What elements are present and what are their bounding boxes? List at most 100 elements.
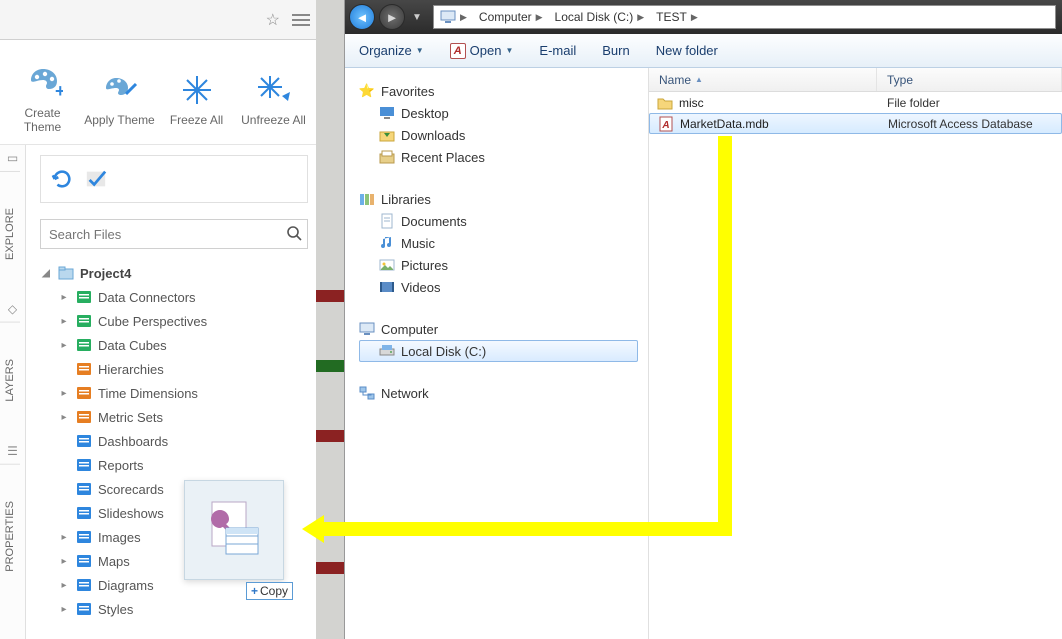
- apply-theme-label: Apply Theme: [84, 113, 154, 127]
- crumb-0[interactable]: Computer: [479, 10, 532, 24]
- tree-item-data-cubes[interactable]: ▸ Data Cubes: [40, 333, 308, 357]
- explore-tab[interactable]: EXPLORE: [0, 171, 20, 296]
- pictures-icon: [379, 257, 395, 273]
- hamburger-menu-icon[interactable]: [292, 14, 310, 26]
- expand-icon[interactable]: ▸: [58, 556, 70, 567]
- search-icon[interactable]: [286, 225, 302, 241]
- tree-item-cube-perspectives[interactable]: ▸ Cube Perspectives: [40, 309, 308, 333]
- history-dropdown-icon[interactable]: ▼: [409, 12, 425, 23]
- freeze-all-button[interactable]: Freeze All: [159, 67, 235, 127]
- nav-documents[interactable]: Documents: [359, 210, 648, 232]
- organize-menu[interactable]: Organize▼: [359, 43, 424, 58]
- category-icon: [76, 601, 92, 617]
- explore-tab-icon[interactable]: ▭: [0, 145, 25, 171]
- favorites-header[interactable]: ⭐Favorites: [359, 80, 648, 102]
- new-folder-button[interactable]: New folder: [656, 43, 718, 58]
- tree-item-hierarchies[interactable]: Hierarchies: [40, 357, 308, 381]
- libraries-header[interactable]: Libraries: [359, 188, 648, 210]
- burn-button[interactable]: Burn: [602, 43, 629, 58]
- expand-icon[interactable]: ▸: [58, 340, 70, 351]
- computer-header[interactable]: Computer: [359, 318, 648, 340]
- svg-text:+: +: [55, 81, 63, 101]
- layers-tab-icon[interactable]: ◇: [0, 296, 25, 322]
- properties-tab-icon[interactable]: ☰: [0, 438, 25, 464]
- tree-item-dashboards[interactable]: Dashboards: [40, 429, 308, 453]
- nav-desktop[interactable]: Desktop: [359, 102, 648, 124]
- window-gap: [316, 0, 344, 639]
- category-icon: [76, 313, 92, 329]
- expand-icon[interactable]: ▸: [58, 532, 70, 543]
- category-icon: [76, 433, 92, 449]
- project-root-label: Project4: [80, 266, 131, 281]
- chevron-down-icon: ▼: [416, 46, 424, 55]
- file-row[interactable]: AMarketData.mdbMicrosoft Access Database: [649, 113, 1062, 134]
- left-application-pane: ☆ + Create Theme Apply Theme Freeze All …: [0, 0, 316, 639]
- nav-local-disk[interactable]: Local Disk (C:): [359, 340, 638, 362]
- network-header[interactable]: Network: [359, 382, 648, 404]
- refresh-icon[interactable]: [51, 168, 73, 190]
- create-theme-button[interactable]: + Create Theme: [5, 60, 81, 134]
- properties-tab[interactable]: PROPERTIES: [0, 464, 20, 608]
- tree-item-reports[interactable]: Reports: [40, 453, 308, 477]
- tree-item-label: Cube Perspectives: [98, 314, 207, 329]
- palette-plus-icon: +: [23, 63, 63, 103]
- category-icon: [76, 361, 92, 377]
- tree-item-data-connectors[interactable]: ▸ Data Connectors: [40, 285, 308, 309]
- search-input[interactable]: [40, 219, 308, 249]
- expand-icon[interactable]: ▸: [58, 412, 70, 423]
- category-icon: [76, 337, 92, 353]
- folder-icon: [657, 95, 673, 111]
- nav-recent[interactable]: Recent Places: [359, 146, 648, 168]
- project-root[interactable]: ◢ Project4: [40, 261, 308, 285]
- tree-item-label: Maps: [98, 554, 130, 569]
- collapse-icon[interactable]: ◢: [40, 268, 52, 279]
- crumb-2[interactable]: TEST: [656, 10, 687, 24]
- file-type: Microsoft Access Database: [878, 117, 1061, 131]
- expand-icon[interactable]: ▸: [58, 604, 70, 615]
- nav-downloads[interactable]: Downloads: [359, 124, 648, 146]
- expand-icon[interactable]: ▸: [58, 292, 70, 303]
- tree-item-time-dimensions[interactable]: ▸Time Dimensions: [40, 381, 308, 405]
- category-icon: [76, 529, 92, 545]
- apply-theme-button[interactable]: Apply Theme: [82, 67, 158, 127]
- explorer-nav-strip: ◄ ► ▼ ▶ Computer▶ Local Disk (C:)▶ TEST▶: [345, 0, 1062, 34]
- bookmark-star-icon[interactable]: ☆: [266, 10, 280, 30]
- unfreeze-all-button[interactable]: Unfreeze All: [236, 67, 312, 127]
- column-name[interactable]: Name▲: [649, 68, 877, 91]
- plus-icon: +: [251, 584, 258, 598]
- freeze-all-label: Freeze All: [170, 113, 223, 127]
- category-icon: [76, 289, 92, 305]
- expand-icon[interactable]: ▸: [58, 388, 70, 399]
- tree-item-styles[interactable]: ▸ Styles: [40, 597, 308, 621]
- file-row[interactable]: miscFile folder: [649, 92, 1062, 113]
- column-type[interactable]: Type: [877, 68, 1062, 91]
- checkmark-icon[interactable]: [85, 168, 107, 190]
- address-bar[interactable]: ▶ Computer▶ Local Disk (C:)▶ TEST▶: [433, 5, 1056, 29]
- file-name: misc: [679, 96, 704, 110]
- nav-videos[interactable]: Videos: [359, 276, 648, 298]
- expand-icon[interactable]: ▸: [58, 580, 70, 591]
- explorer-body: ⭐Favorites Desktop Downloads Recent Plac…: [345, 68, 1062, 639]
- explorer-command-bar: Organize▼ AOpen▼ E-mail Burn New folder: [345, 34, 1062, 68]
- crumb-1[interactable]: Local Disk (C:): [555, 10, 634, 24]
- file-list-pane: Name▲ Type miscFile folderAMarketData.md…: [649, 68, 1062, 639]
- tree-item-label: Data Cubes: [98, 338, 167, 353]
- computer-icon: [359, 321, 375, 337]
- nav-music[interactable]: Music: [359, 232, 648, 254]
- star-icon: ⭐: [359, 83, 375, 99]
- back-button[interactable]: ◄: [349, 4, 375, 30]
- open-menu[interactable]: AOpen▼: [450, 43, 514, 59]
- panel-button-bar: [40, 155, 308, 203]
- tree-item-metric-sets[interactable]: ▸Metric Sets: [40, 405, 308, 429]
- layers-tab[interactable]: LAYERS: [0, 322, 20, 438]
- nav-pictures[interactable]: Pictures: [359, 254, 648, 276]
- category-icon: [76, 505, 92, 521]
- desktop-icon: [379, 105, 395, 121]
- expand-icon[interactable]: ▸: [58, 316, 70, 327]
- forward-button[interactable]: ►: [379, 4, 405, 30]
- access-app-icon: A: [450, 43, 466, 59]
- email-button[interactable]: E-mail: [539, 43, 576, 58]
- tree-item-label: Styles: [98, 602, 133, 617]
- palette-brush-icon: [100, 70, 140, 110]
- tree-item-label: Data Connectors: [98, 290, 196, 305]
